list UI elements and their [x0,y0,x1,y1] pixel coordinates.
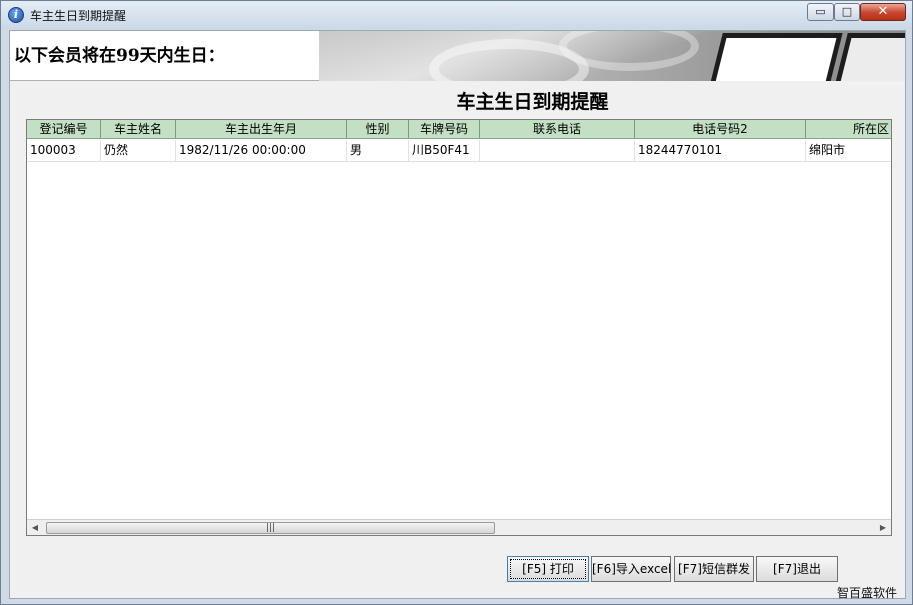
cell-owner-name: 仍然 [101,140,176,161]
cell-district: 绵阳市 [809,143,846,157]
print-button[interactable]: [F5] 打印 [507,556,589,582]
table-row[interactable]: 100003 仍然 1982/11/26 00:00:00 男 川B50F41 … [27,140,891,162]
scroll-left-icon[interactable]: ◀ [27,520,43,535]
title-bar[interactable]: i 车主生日到期提醒 ▭ □ ✕ [1,1,912,29]
data-grid[interactable]: 登记编号 车主姓名 车主出生年月 性别 车牌号码 联系电话 电话号码2 所在区 … [26,119,892,536]
horizontal-scrollbar[interactable]: ◀ ||| ▶ [27,519,891,535]
maximize-button[interactable]: □ [834,3,860,21]
monitor-graphic [830,33,905,81]
app-window: i 车主生日到期提醒 ▭ □ ✕ 以下会员将在99天内生日： 车主生日到期提醒 … [0,0,913,605]
window-title: 车主生日到期提醒 [30,9,127,23]
cell-reg-no: 100003 [27,140,101,161]
grid-header: 登记编号 车主姓名 车主出生年月 性别 车牌号码 联系电话 电话号码2 所在区 [27,120,891,139]
scroll-thumb[interactable]: ||| [46,522,495,534]
close-button[interactable]: ✕ [860,3,906,21]
sms-broadcast-button[interactable]: [F7]短信群发 [674,556,754,582]
scroll-right-icon[interactable]: ▶ [875,520,891,535]
cell-phone [480,140,635,161]
column-header-owner-name[interactable]: 车主姓名 [101,120,176,138]
monitor-graphic [705,33,843,81]
banner: 以下会员将在99天内生日： [10,31,905,81]
banner-image [319,31,905,81]
client-area: 以下会员将在99天内生日： 车主生日到期提醒 登记编号 车主姓名 车主出生年月 … [9,30,906,600]
cell-gender: 男 [347,140,409,161]
cell-phone2: 18244770101 [635,140,806,161]
column-header-reg-no[interactable]: 登记编号 [27,120,101,138]
brand-label: 智百盛软件 [836,586,897,600]
column-header-plate-no[interactable]: 车牌号码 [409,120,480,138]
cell-birth-date: 1982/11/26 00:00:00 [176,140,347,161]
column-header-phone[interactable]: 联系电话 [480,120,635,138]
banner-text: 以下会员将在99天内生日： [14,46,225,66]
page-title: 车主生日到期提醒 [456,91,609,113]
export-excel-button[interactable]: [F6]导入excel [591,556,671,582]
column-header-phone2[interactable]: 电话号码2 [635,120,806,138]
info-icon: i [8,7,24,23]
cell-plate-no: 川B50F41 [409,140,480,161]
column-header-district[interactable]: 所在区 [806,120,891,138]
minimize-button[interactable]: ▭ [807,3,834,21]
column-header-birth-date[interactable]: 车主出生年月 [176,120,347,138]
exit-button[interactable]: [F7]退出 [756,556,838,582]
column-header-gender[interactable]: 性别 [347,120,409,138]
